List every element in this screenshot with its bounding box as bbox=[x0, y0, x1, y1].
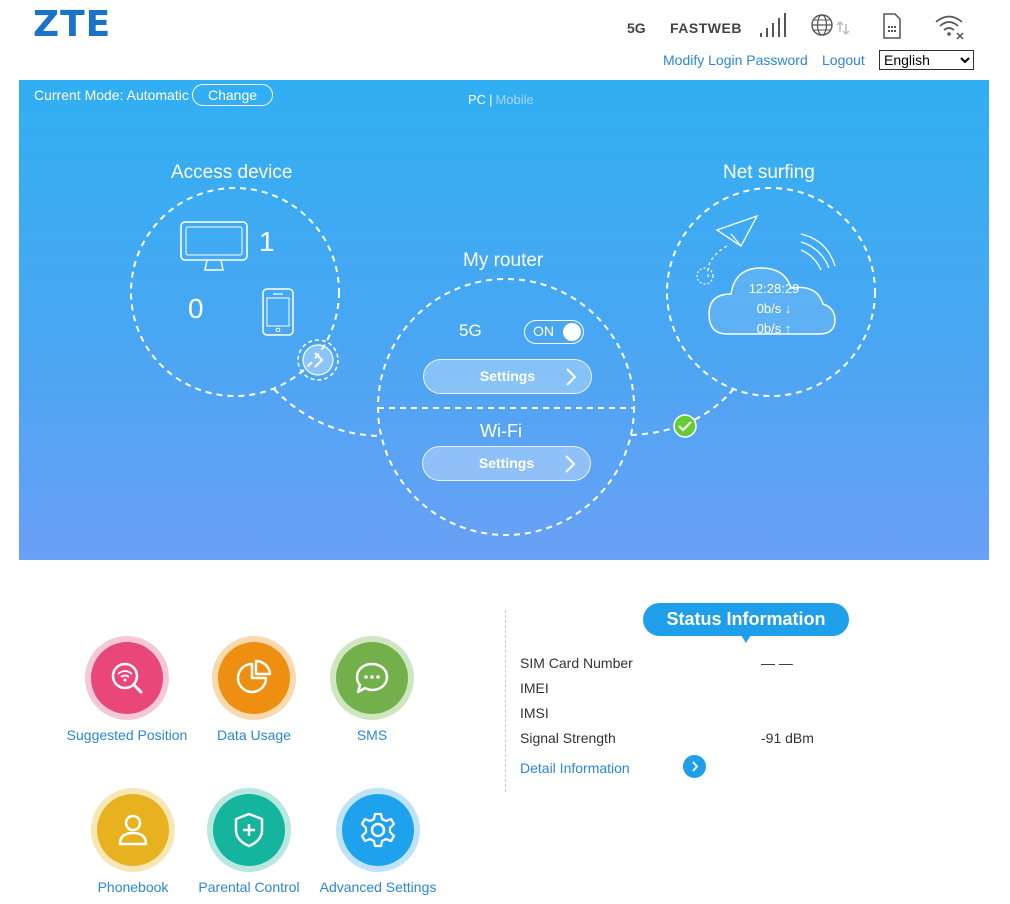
tile-circle bbox=[218, 642, 290, 714]
gear-icon bbox=[360, 812, 396, 848]
dashboard-hero: Current Mode: Automatic Change PC | Mobile… bbox=[19, 80, 989, 560]
person-icon bbox=[118, 814, 148, 846]
parental-control-tile[interactable]: Parental Control bbox=[179, 788, 319, 895]
sim-card-number-value: — — bbox=[761, 655, 793, 671]
chevron-right-icon bbox=[692, 761, 699, 772]
access-device-title: Access device bbox=[171, 162, 293, 183]
pc-device-count: 1 bbox=[259, 226, 275, 257]
advanced-settings-label: Advanced Settings bbox=[319, 879, 437, 895]
imsi-label: IMSI bbox=[520, 705, 549, 721]
sim-card-icon bbox=[883, 13, 901, 39]
tile-ring bbox=[330, 636, 414, 720]
detail-information-button[interactable] bbox=[683, 755, 706, 778]
tile-circle bbox=[213, 794, 285, 866]
view-switch: PC | Mobile bbox=[468, 92, 534, 107]
sms-tile[interactable]: SMS bbox=[302, 636, 442, 743]
wifi-title: Wi-Fi bbox=[480, 421, 522, 441]
globe-data-icon bbox=[811, 14, 850, 36]
access-device-arrow-button[interactable] bbox=[296, 338, 340, 382]
suggested-position-label: Suggested Position bbox=[66, 727, 188, 743]
carrier-name: FASTWEB bbox=[670, 20, 742, 36]
advanced-settings-tile[interactable]: Advanced Settings bbox=[308, 788, 448, 895]
my-router-title: My router bbox=[463, 250, 544, 271]
smartphone-icon bbox=[262, 288, 294, 336]
logout-link[interactable]: Logout bbox=[822, 52, 865, 68]
network-type-label: 5G bbox=[627, 20, 646, 36]
chevron-right-icon bbox=[565, 455, 576, 473]
net-surfing-title: Net surfing bbox=[723, 162, 815, 183]
zte-logo: ZTE bbox=[33, 4, 112, 45]
view-separator: | bbox=[489, 92, 493, 107]
tile-circle bbox=[336, 642, 408, 714]
settings-5g-button[interactable]: Settings bbox=[423, 359, 592, 394]
settings-wifi-label: Settings bbox=[478, 455, 535, 471]
language-select[interactable]: English bbox=[879, 50, 974, 70]
tile-ring bbox=[91, 788, 175, 872]
sms-label: SMS bbox=[356, 727, 388, 743]
chevron-right-icon bbox=[566, 368, 577, 386]
download-rate: 0b/s ↓ bbox=[756, 301, 792, 316]
mobile-view-link[interactable]: Mobile bbox=[495, 92, 533, 107]
monitor-icon bbox=[180, 221, 248, 271]
pc-view-label: PC bbox=[468, 92, 487, 107]
change-mode-button[interactable]: Change bbox=[192, 84, 273, 106]
wifi-search-icon bbox=[111, 662, 143, 694]
settings-5g-label: Settings bbox=[479, 368, 536, 384]
band-5g-label: 5G bbox=[459, 321, 482, 340]
mobile-device-count: 0 bbox=[188, 293, 204, 324]
toggle-knob bbox=[563, 323, 581, 341]
net-time: 12:28:29 bbox=[748, 281, 800, 296]
band-5g-toggle[interactable]: ON bbox=[524, 320, 584, 344]
signal-strength-icon bbox=[760, 13, 786, 37]
detail-information-link[interactable]: Detail Information bbox=[520, 760, 630, 776]
suggested-position-tile[interactable]: Suggested Position bbox=[57, 636, 197, 743]
status-information-title: Status Information bbox=[643, 603, 849, 643]
tile-circle bbox=[91, 642, 163, 714]
tile-ring bbox=[85, 636, 169, 720]
parental-control-label: Parental Control bbox=[198, 879, 300, 895]
tile-circle bbox=[97, 794, 169, 866]
imei-label: IMEI bbox=[520, 680, 549, 696]
pie-chart-icon bbox=[236, 659, 272, 694]
connected-check-icon bbox=[673, 414, 697, 438]
chat-bubble-icon bbox=[355, 662, 389, 694]
sim-card-number-label: SIM Card Number bbox=[520, 655, 633, 671]
current-mode-label: Current Mode: Automatic bbox=[34, 87, 189, 103]
section-divider bbox=[505, 610, 506, 792]
tile-ring bbox=[207, 788, 291, 872]
signal-strength-value: -91 dBm bbox=[761, 730, 814, 746]
settings-wifi-button[interactable]: Settings bbox=[422, 446, 591, 481]
tile-circle bbox=[342, 794, 414, 866]
modify-login-password-link[interactable]: Modify Login Password bbox=[663, 52, 808, 68]
tile-ring bbox=[212, 636, 296, 720]
shield-plus-icon bbox=[234, 812, 264, 848]
wifi-disconnected-icon bbox=[935, 15, 964, 40]
signal-strength-label: Signal Strength bbox=[520, 730, 616, 746]
tile-ring bbox=[336, 788, 420, 872]
toggle-state-label: ON bbox=[533, 323, 554, 339]
upload-rate: 0b/s ↑ bbox=[756, 321, 792, 336]
